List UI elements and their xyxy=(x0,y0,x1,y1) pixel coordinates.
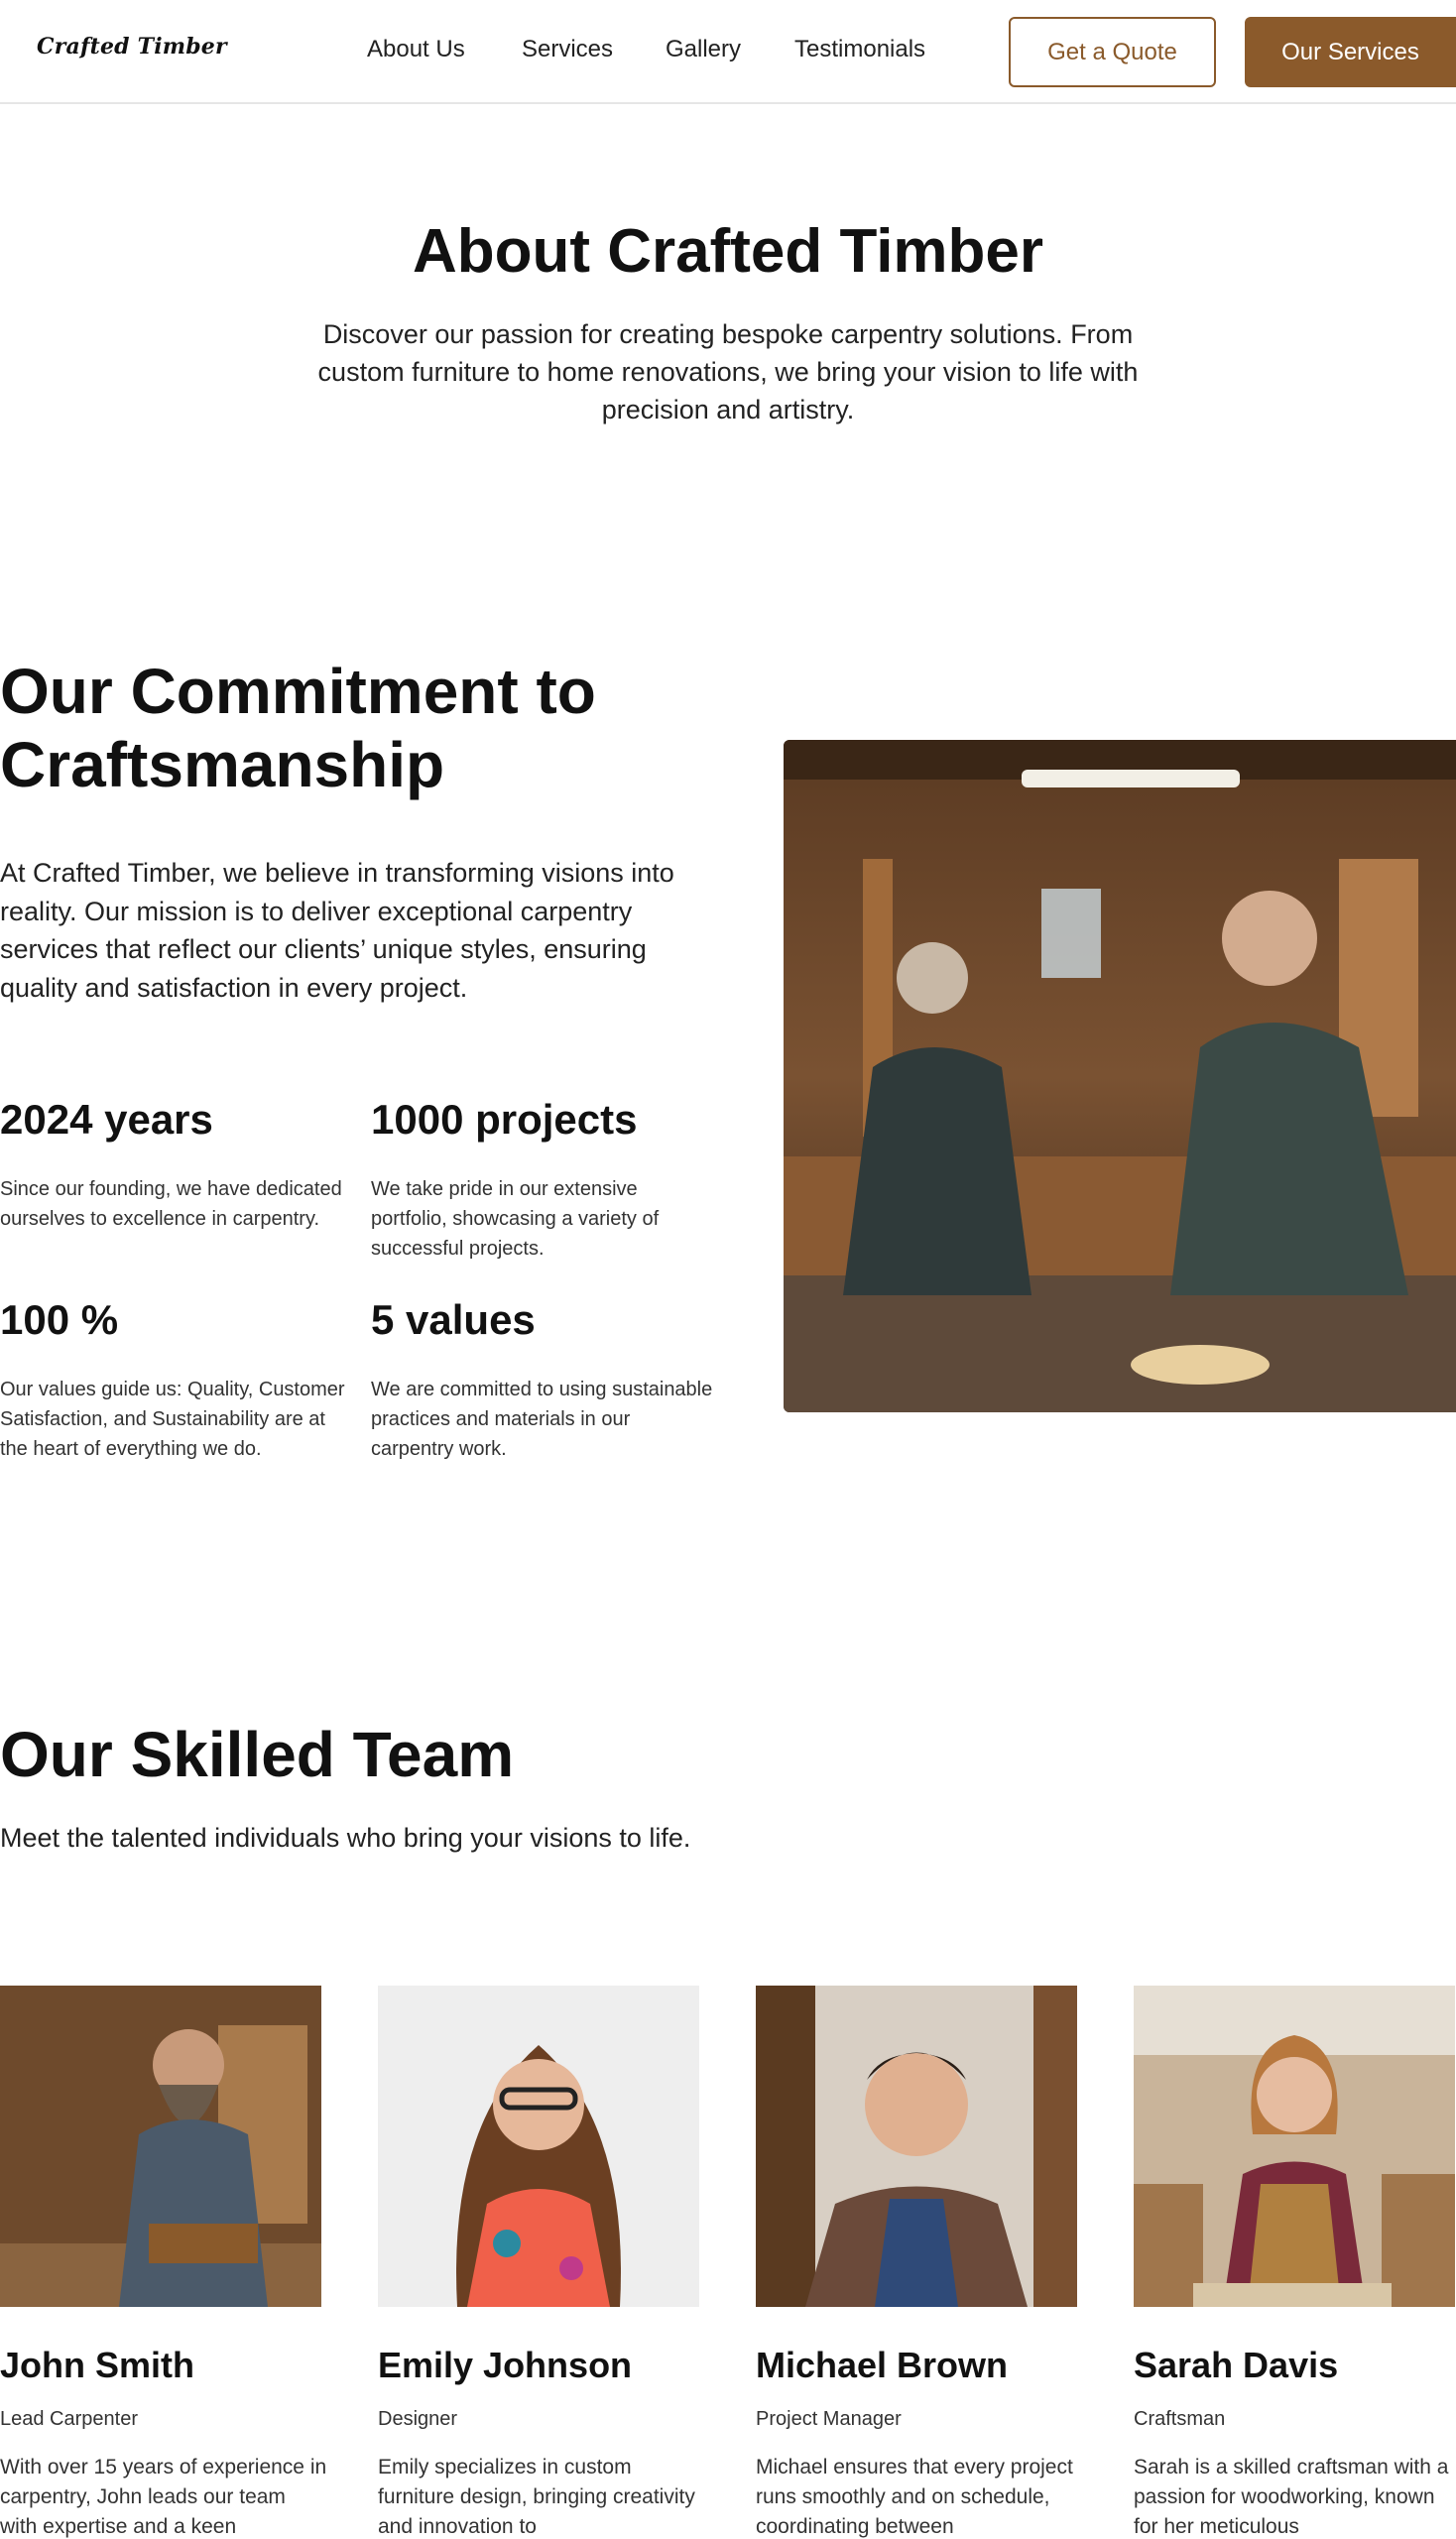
team-member-card: Emily Johnson Designer Emily specializes… xyxy=(378,1986,705,2539)
stat-description: We are committed to using sustainable pr… xyxy=(371,1379,713,1460)
member-role: Lead Carpenter xyxy=(0,2408,138,2430)
site-header: Crafted Timber About Us Services Gallery… xyxy=(0,0,1456,104)
member-photo xyxy=(378,1986,699,2307)
nav-services[interactable]: Services xyxy=(522,36,613,63)
nav-gallery[interactable]: Gallery xyxy=(666,36,741,63)
member-bio: With over 15 years of experience in carp… xyxy=(0,2456,327,2538)
member-name: Sarah Davis xyxy=(1134,2345,1339,2385)
team-member-card: Sarah Davis Craftsman Sarah is a skilled… xyxy=(1134,1986,1456,2539)
hero-subtitle: Discover our passion for creating bespok… xyxy=(317,319,1139,424)
member-name: Michael Brown xyxy=(756,2345,1009,2385)
stat-number: 1000 projects xyxy=(371,1096,638,1143)
member-photo xyxy=(1134,1986,1455,2307)
workshop-image xyxy=(784,740,1456,1412)
stat-percent: 100 % Our values guide us: Quality, Cust… xyxy=(0,1295,347,1464)
commitment-title: Our Commitment to Craftsmanship xyxy=(0,656,596,800)
stat-description: We take pride in our extensive portfolio… xyxy=(371,1178,660,1260)
nav-about-us[interactable]: About Us xyxy=(367,36,465,63)
member-role: Craftsman xyxy=(1134,2408,1226,2430)
member-name: John Smith xyxy=(0,2345,194,2385)
stat-values: 5 values We are committed to using susta… xyxy=(371,1295,718,1464)
stat-number: 5 values xyxy=(371,1296,536,1343)
stat-projects: 1000 projects We take pride in our exten… xyxy=(371,1095,718,1264)
team-member-card: Michael Brown Project Manager Michael en… xyxy=(756,1986,1083,2539)
member-bio: Michael ensures that every project runs … xyxy=(756,2456,1073,2538)
stat-description: Since our founding, we have dedicated ou… xyxy=(0,1178,342,1230)
nav-testimonials[interactable]: Testimonials xyxy=(794,36,925,63)
member-bio: Emily specializes in custom furniture de… xyxy=(378,2456,695,2538)
team-title: Our Skilled Team xyxy=(0,1719,515,1790)
team-subtitle: Meet the talented individuals who bring … xyxy=(0,1823,691,1853)
member-role: Project Manager xyxy=(756,2408,902,2430)
get-a-quote-button[interactable]: Get a Quote xyxy=(1009,17,1216,87)
stat-description: Our values guide us: Quality, Customer S… xyxy=(0,1379,345,1460)
member-photo xyxy=(0,1986,321,2307)
member-photo xyxy=(756,1986,1077,2307)
logo[interactable]: Crafted Timber xyxy=(37,34,227,60)
our-services-button[interactable]: Our Services xyxy=(1245,17,1456,87)
page-title: About Crafted Timber xyxy=(412,217,1044,286)
stat-years: 2024 years Since our founding, we have d… xyxy=(0,1095,347,1234)
member-role: Designer xyxy=(378,2408,458,2430)
member-name: Emily Johnson xyxy=(378,2345,633,2385)
stat-number: 2024 years xyxy=(0,1096,213,1143)
stat-number: 100 % xyxy=(0,1296,119,1343)
commitment-body: At Crafted Timber, we believe in transfo… xyxy=(0,858,674,1003)
member-bio: Sarah is a skilled craftsman with a pass… xyxy=(1134,2456,1449,2538)
team-member-card: John Smith Lead Carpenter With over 15 y… xyxy=(0,1986,327,2539)
